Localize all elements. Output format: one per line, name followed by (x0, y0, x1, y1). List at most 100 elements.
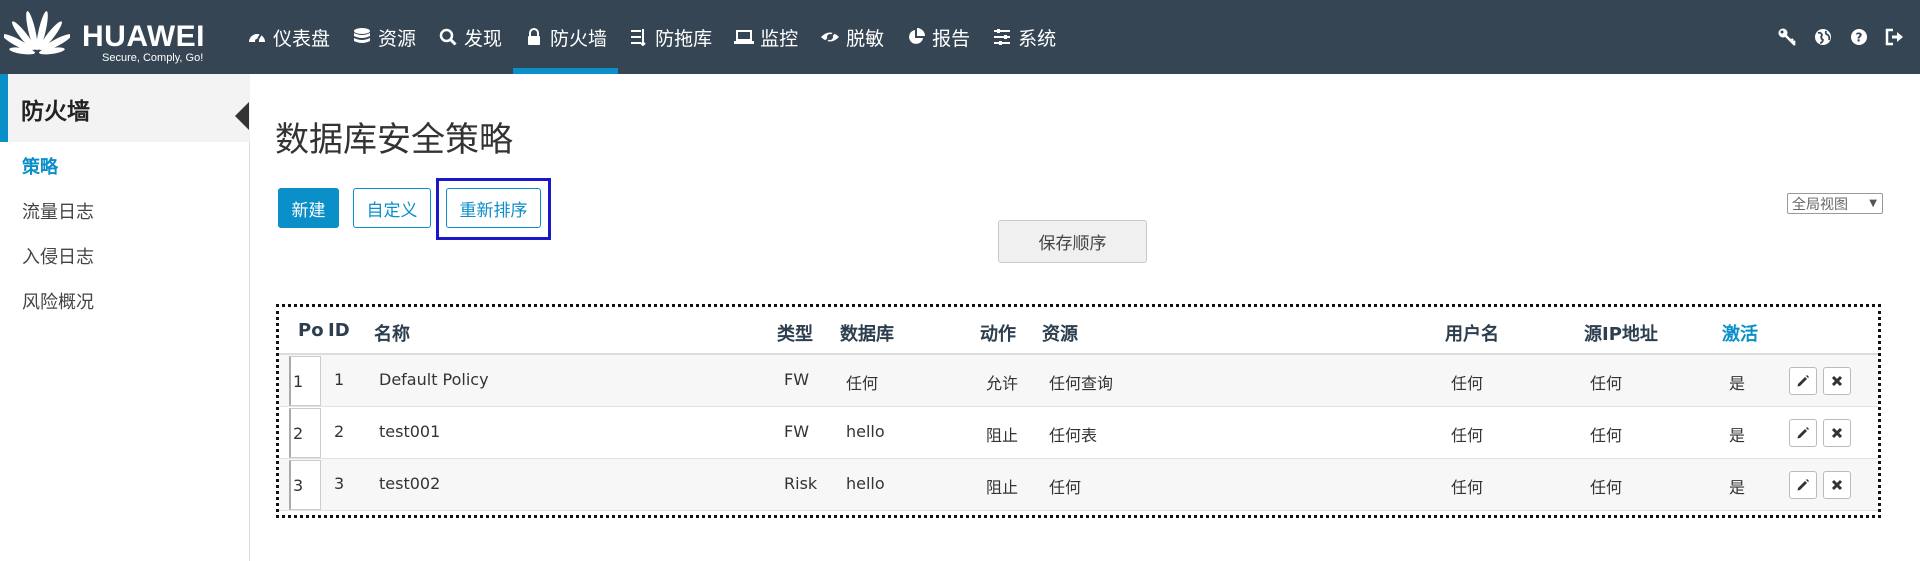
huawei-logo[interactable]: HUAWEI Secure, Comply, Go! (4, 4, 210, 66)
cell-resource: 任何查询 (1049, 374, 1114, 393)
cell-id: 2 (334, 422, 345, 441)
nav-system[interactable]: 系统 (981, 0, 1067, 74)
edit-button[interactable] (1789, 471, 1817, 499)
column-header-name[interactable]: 名称 (374, 320, 410, 346)
cell-action: 阻止 (986, 426, 1019, 445)
nav-firewall[interactable]: 防火墙 (513, 0, 619, 74)
table-row[interactable]: 2 2 test001 FW hello 阻止 任何表 任何 任何 是 (279, 407, 1878, 459)
page-title: 数据库安全策略 (275, 120, 513, 160)
column-header-id[interactable]: ID (328, 320, 350, 341)
cell-type: Risk (784, 474, 818, 493)
table-row[interactable]: 3 3 test002 Risk hello 阻止 任何 任何 任何 是 (279, 459, 1878, 511)
column-header-action[interactable]: 动作 (980, 320, 1016, 346)
policy-table: Pos ID 名称 类型 数据库 动作 资源 用户名 源IP地址 激活 1 1 … (276, 304, 1881, 518)
help-icon[interactable]: ? (1848, 24, 1870, 50)
new-button[interactable]: 新建 (278, 188, 339, 228)
nav-reports[interactable]: 报告 (895, 0, 981, 74)
cell-name: test002 (379, 474, 441, 493)
close-icon (1831, 427, 1843, 439)
view-select-value: 全局视图 (1792, 196, 1848, 213)
sidebar-item-risk-overview[interactable]: 风险概况 (22, 288, 94, 314)
collapse-arrow-icon[interactable] (235, 102, 249, 130)
sliders-icon (992, 27, 1012, 47)
cell-source-ip: 任何 (1590, 478, 1623, 497)
cell-active: 是 (1729, 478, 1746, 497)
position-input[interactable]: 2 (289, 408, 321, 458)
cell-username: 任何 (1451, 478, 1484, 497)
nav-masking[interactable]: 脱敏 (809, 0, 895, 74)
sidebar-item-traffic-log[interactable]: 流量日志 (22, 198, 94, 224)
close-icon (1831, 479, 1843, 491)
caret-down-icon: ▼ (1869, 198, 1877, 209)
view-select[interactable]: 全局视图 ▼ (1787, 193, 1883, 214)
nav-dashboard[interactable]: 仪表盘 (236, 0, 341, 74)
sidebar-item-policy[interactable]: 策略 (22, 153, 58, 179)
main-nav: 仪表盘 资源 发现 防火墙 防拖库 监控 脱敏 报告 系统 (236, 0, 1067, 74)
column-header-type[interactable]: 类型 (777, 320, 813, 346)
sidebar-header: 防火墙 (0, 74, 250, 142)
cell-resource: 任何 (1049, 478, 1082, 497)
lock-icon (524, 27, 544, 47)
delete-button[interactable] (1823, 367, 1851, 395)
column-header-pos[interactable]: Pos (298, 320, 323, 341)
cell-type: FW (784, 422, 810, 441)
cell-type: FW (784, 370, 810, 389)
top-navigation-bar: HUAWEI Secure, Comply, Go! 仪表盘 资源 发现 防火墙 (0, 0, 1920, 74)
database-icon (352, 27, 372, 47)
column-header-source-ip[interactable]: 源IP地址 (1584, 320, 1658, 346)
delete-button[interactable] (1823, 419, 1851, 447)
nav-label: 系统 (1018, 27, 1057, 50)
cell-source-ip: 任何 (1590, 426, 1623, 445)
svg-text:?: ? (1856, 31, 1863, 45)
position-input[interactable]: 3 (289, 460, 321, 510)
key-icon[interactable] (1776, 24, 1798, 50)
sidebar-item-intrusion-log[interactable]: 入侵日志 (22, 243, 94, 269)
dashboard-icon (247, 27, 267, 47)
pencil-icon (1797, 427, 1809, 439)
cell-active: 是 (1729, 426, 1746, 445)
edit-button[interactable] (1789, 367, 1817, 395)
position-input[interactable]: 1 (289, 356, 321, 406)
cell-id: 1 (334, 370, 345, 389)
search-icon (438, 27, 458, 47)
nav-resources[interactable]: 资源 (341, 0, 427, 74)
filter-icon (629, 27, 649, 47)
sidebar: 防火墙 策略 流量日志 入侵日志 风险概况 (0, 74, 250, 561)
cell-username: 任何 (1451, 374, 1484, 393)
cell-name: test001 (379, 422, 441, 441)
cell-active: 是 (1729, 374, 1746, 393)
brand-name: HUAWEI (82, 20, 205, 53)
edit-button[interactable] (1789, 419, 1817, 447)
cell-action: 允许 (986, 374, 1019, 393)
column-header-username[interactable]: 用户名 (1445, 320, 1499, 346)
header-tools: ? (1762, 24, 1906, 50)
cell-source-ip: 任何 (1590, 374, 1623, 393)
pencil-icon (1797, 479, 1809, 491)
nav-label: 脱敏 (846, 27, 885, 50)
table-row[interactable]: 1 1 Default Policy FW 任何 允许 任何查询 任何 任何 是 (279, 355, 1878, 407)
column-header-database[interactable]: 数据库 (840, 320, 894, 346)
nav-monitor[interactable]: 监控 (723, 0, 809, 74)
huawei-petal-icon (4, 11, 70, 55)
nav-discovery[interactable]: 发现 (427, 0, 513, 74)
nav-anti-dump[interactable]: 防拖库 (618, 0, 723, 74)
column-header-active[interactable]: 激活 (1722, 320, 1758, 346)
nav-label: 报告 (932, 27, 971, 50)
column-header-resource[interactable]: 资源 (1042, 320, 1078, 346)
pie-chart-icon (906, 27, 926, 47)
brand-slogan: Secure, Comply, Go! (102, 52, 204, 64)
logout-icon[interactable] (1884, 24, 1906, 50)
nav-label: 资源 (378, 27, 417, 50)
delete-button[interactable] (1823, 471, 1851, 499)
laptop-icon (734, 27, 755, 47)
cell-database: hello (846, 422, 885, 441)
pencil-icon (1797, 375, 1809, 387)
reorder-button[interactable]: 重新排序 (446, 188, 541, 228)
nav-label: 仪表盘 (273, 27, 331, 50)
cell-username: 任何 (1451, 426, 1484, 445)
customize-button[interactable]: 自定义 (353, 188, 431, 228)
save-order-button[interactable]: 保存顺序 (998, 220, 1147, 263)
globe-icon[interactable] (1812, 24, 1834, 50)
cell-action: 阻止 (986, 478, 1019, 497)
cell-database: 任何 (846, 374, 879, 393)
